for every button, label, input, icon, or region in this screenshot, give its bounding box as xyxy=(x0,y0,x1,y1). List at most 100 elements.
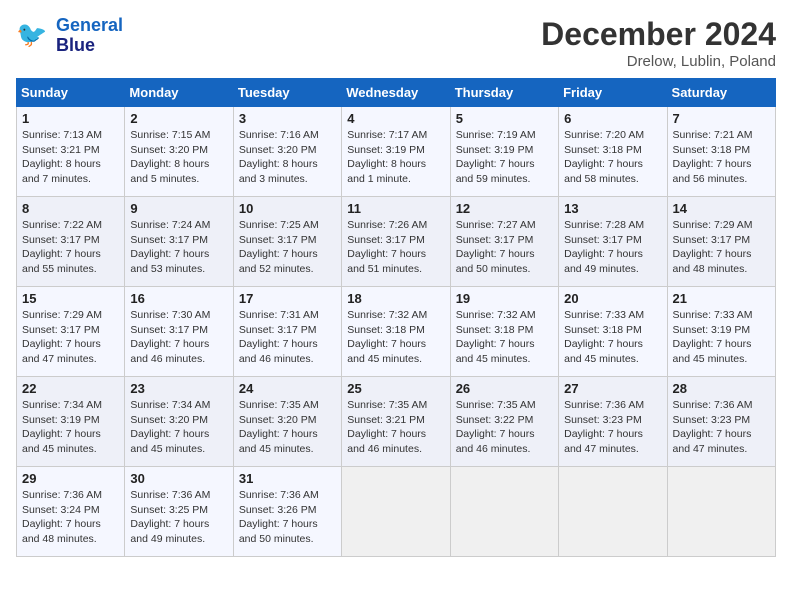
day-info: Sunrise: 7:29 AM Sunset: 3:17 PM Dayligh… xyxy=(673,218,770,277)
day-number: 10 xyxy=(239,201,336,216)
day-info: Sunrise: 7:17 AM Sunset: 3:19 PM Dayligh… xyxy=(347,128,444,187)
day-number: 31 xyxy=(239,471,336,486)
day-number: 29 xyxy=(22,471,119,486)
month-title: December 2024 xyxy=(541,16,776,53)
calendar-cell: 19 Sunrise: 7:32 AM Sunset: 3:18 PM Dayli… xyxy=(450,287,558,377)
calendar-week-1: 1 Sunrise: 7:13 AM Sunset: 3:21 PM Daylig… xyxy=(17,107,776,197)
calendar-body: 1 Sunrise: 7:13 AM Sunset: 3:21 PM Daylig… xyxy=(17,107,776,557)
calendar-week-5: 29 Sunrise: 7:36 AM Sunset: 3:24 PM Dayli… xyxy=(17,467,776,557)
day-number: 14 xyxy=(673,201,770,216)
day-number: 17 xyxy=(239,291,336,306)
day-info: Sunrise: 7:32 AM Sunset: 3:18 PM Dayligh… xyxy=(347,308,444,367)
calendar-cell: 5 Sunrise: 7:19 AM Sunset: 3:19 PM Daylig… xyxy=(450,107,558,197)
calendar-cell: 6 Sunrise: 7:20 AM Sunset: 3:18 PM Daylig… xyxy=(559,107,667,197)
day-number: 13 xyxy=(564,201,661,216)
day-info: Sunrise: 7:33 AM Sunset: 3:19 PM Dayligh… xyxy=(673,308,770,367)
day-header-tuesday: Tuesday xyxy=(233,79,341,107)
day-number: 16 xyxy=(130,291,227,306)
day-info: Sunrise: 7:28 AM Sunset: 3:17 PM Dayligh… xyxy=(564,218,661,277)
day-number: 24 xyxy=(239,381,336,396)
calendar-cell: 22 Sunrise: 7:34 AM Sunset: 3:19 PM Dayli… xyxy=(17,377,125,467)
calendar-cell: 25Sunrise: 7:35 AM Sunset: 3:21 PM Dayli… xyxy=(342,377,450,467)
title-area: December 2024 Drelow, Lublin, Poland xyxy=(541,16,776,70)
calendar-cell: 11Sunrise: 7:26 AM Sunset: 3:17 PM Dayli… xyxy=(342,197,450,287)
day-info: Sunrise: 7:27 AM Sunset: 3:17 PM Dayligh… xyxy=(456,218,553,277)
calendar-table: SundayMondayTuesdayWednesdayThursdayFrid… xyxy=(16,78,776,557)
day-number: 6 xyxy=(564,111,661,126)
day-header-saturday: Saturday xyxy=(667,79,775,107)
day-info: Sunrise: 7:32 AM Sunset: 3:18 PM Dayligh… xyxy=(456,308,553,367)
calendar-cell: 20 Sunrise: 7:33 AM Sunset: 3:18 PM Dayli… xyxy=(559,287,667,377)
day-info: Sunrise: 7:35 AM Sunset: 3:21 PM Dayligh… xyxy=(347,398,444,457)
day-info: Sunrise: 7:26 AM Sunset: 3:17 PM Dayligh… xyxy=(347,218,444,277)
day-number: 21 xyxy=(673,291,770,306)
day-number: 4 xyxy=(347,111,444,126)
calendar-cell: 13 Sunrise: 7:28 AM Sunset: 3:17 PM Dayli… xyxy=(559,197,667,287)
day-info: Sunrise: 7:16 AM Sunset: 3:20 PM Dayligh… xyxy=(239,128,336,187)
day-number: 15 xyxy=(22,291,119,306)
day-header-sunday: Sunday xyxy=(17,79,125,107)
calendar-cell: 10Sunrise: 7:25 AM Sunset: 3:17 PM Dayli… xyxy=(233,197,341,287)
calendar-cell: 31Sunrise: 7:36 AM Sunset: 3:26 PM Dayli… xyxy=(233,467,341,557)
day-info: Sunrise: 7:34 AM Sunset: 3:20 PM Dayligh… xyxy=(130,398,227,457)
calendar-cell: 23 Sunrise: 7:34 AM Sunset: 3:20 PM Dayli… xyxy=(125,377,233,467)
day-info: Sunrise: 7:35 AM Sunset: 3:20 PM Dayligh… xyxy=(239,398,336,457)
day-number: 19 xyxy=(456,291,553,306)
day-number: 2 xyxy=(130,111,227,126)
calendar-cell: 9Sunrise: 7:24 AM Sunset: 3:17 PM Daylig… xyxy=(125,197,233,287)
day-info: Sunrise: 7:13 AM Sunset: 3:21 PM Dayligh… xyxy=(22,128,119,187)
calendar-cell: 2 Sunrise: 7:15 AM Sunset: 3:20 PM Daylig… xyxy=(125,107,233,197)
logo: 🐦 GeneralBlue xyxy=(16,16,123,56)
day-info: Sunrise: 7:15 AM Sunset: 3:20 PM Dayligh… xyxy=(130,128,227,187)
calendar-week-3: 15 Sunrise: 7:29 AM Sunset: 3:17 PM Dayli… xyxy=(17,287,776,377)
calendar-cell: 17Sunrise: 7:31 AM Sunset: 3:17 PM Dayli… xyxy=(233,287,341,377)
calendar-cell xyxy=(342,467,450,557)
day-number: 1 xyxy=(22,111,119,126)
day-number: 20 xyxy=(564,291,661,306)
calendar-cell: 14 Sunrise: 7:29 AM Sunset: 3:17 PM Dayli… xyxy=(667,197,775,287)
day-info: Sunrise: 7:29 AM Sunset: 3:17 PM Dayligh… xyxy=(22,308,119,367)
day-info: Sunrise: 7:35 AM Sunset: 3:22 PM Dayligh… xyxy=(456,398,553,457)
day-info: Sunrise: 7:19 AM Sunset: 3:19 PM Dayligh… xyxy=(456,128,553,187)
calendar-cell: 3 Sunrise: 7:16 AM Sunset: 3:20 PM Daylig… xyxy=(233,107,341,197)
calendar-cell xyxy=(450,467,558,557)
day-number: 8 xyxy=(22,201,119,216)
calendar-cell: 21 Sunrise: 7:33 AM Sunset: 3:19 PM Dayli… xyxy=(667,287,775,377)
calendar-cell: 16 Sunrise: 7:30 AM Sunset: 3:17 PM Dayli… xyxy=(125,287,233,377)
day-info: Sunrise: 7:20 AM Sunset: 3:18 PM Dayligh… xyxy=(564,128,661,187)
day-number: 7 xyxy=(673,111,770,126)
day-number: 30 xyxy=(130,471,227,486)
day-number: 23 xyxy=(130,381,227,396)
calendar-cell: 28Sunrise: 7:36 AM Sunset: 3:23 PM Dayli… xyxy=(667,377,775,467)
day-info: Sunrise: 7:33 AM Sunset: 3:18 PM Dayligh… xyxy=(564,308,661,367)
day-number: 5 xyxy=(456,111,553,126)
day-number: 12 xyxy=(456,201,553,216)
header-row: SundayMondayTuesdayWednesdayThursdayFrid… xyxy=(17,79,776,107)
day-number: 9 xyxy=(130,201,227,216)
day-info: Sunrise: 7:36 AM Sunset: 3:23 PM Dayligh… xyxy=(564,398,661,457)
calendar-cell: 24 Sunrise: 7:35 AM Sunset: 3:20 PM Dayli… xyxy=(233,377,341,467)
calendar-cell: 8 Sunrise: 7:22 AM Sunset: 3:17 PM Daylig… xyxy=(17,197,125,287)
calendar-cell: 4 Sunrise: 7:17 AM Sunset: 3:19 PM Daylig… xyxy=(342,107,450,197)
calendar-cell: 29 Sunrise: 7:36 AM Sunset: 3:24 PM Dayli… xyxy=(17,467,125,557)
day-number: 3 xyxy=(239,111,336,126)
day-info: Sunrise: 7:22 AM Sunset: 3:17 PM Dayligh… xyxy=(22,218,119,277)
page-header: 🐦 GeneralBlue December 2024 Drelow, Lubl… xyxy=(16,16,776,70)
day-info: Sunrise: 7:36 AM Sunset: 3:25 PM Dayligh… xyxy=(130,488,227,547)
day-number: 26 xyxy=(456,381,553,396)
calendar-week-4: 22 Sunrise: 7:34 AM Sunset: 3:19 PM Dayli… xyxy=(17,377,776,467)
day-info: Sunrise: 7:36 AM Sunset: 3:24 PM Dayligh… xyxy=(22,488,119,547)
calendar-cell: 26 Sunrise: 7:35 AM Sunset: 3:22 PM Dayli… xyxy=(450,377,558,467)
day-number: 18 xyxy=(347,291,444,306)
svg-text:🐦: 🐦 xyxy=(16,21,47,49)
day-header-monday: Monday xyxy=(125,79,233,107)
day-number: 22 xyxy=(22,381,119,396)
day-info: Sunrise: 7:21 AM Sunset: 3:18 PM Dayligh… xyxy=(673,128,770,187)
calendar-cell: 15 Sunrise: 7:29 AM Sunset: 3:17 PM Dayli… xyxy=(17,287,125,377)
logo-icon: 🐦 xyxy=(16,18,52,54)
day-info: Sunrise: 7:30 AM Sunset: 3:17 PM Dayligh… xyxy=(130,308,227,367)
calendar-cell: 18 Sunrise: 7:32 AM Sunset: 3:18 PM Dayli… xyxy=(342,287,450,377)
calendar-cell: 7 Sunrise: 7:21 AM Sunset: 3:18 PM Daylig… xyxy=(667,107,775,197)
day-info: Sunrise: 7:34 AM Sunset: 3:19 PM Dayligh… xyxy=(22,398,119,457)
day-header-thursday: Thursday xyxy=(450,79,558,107)
